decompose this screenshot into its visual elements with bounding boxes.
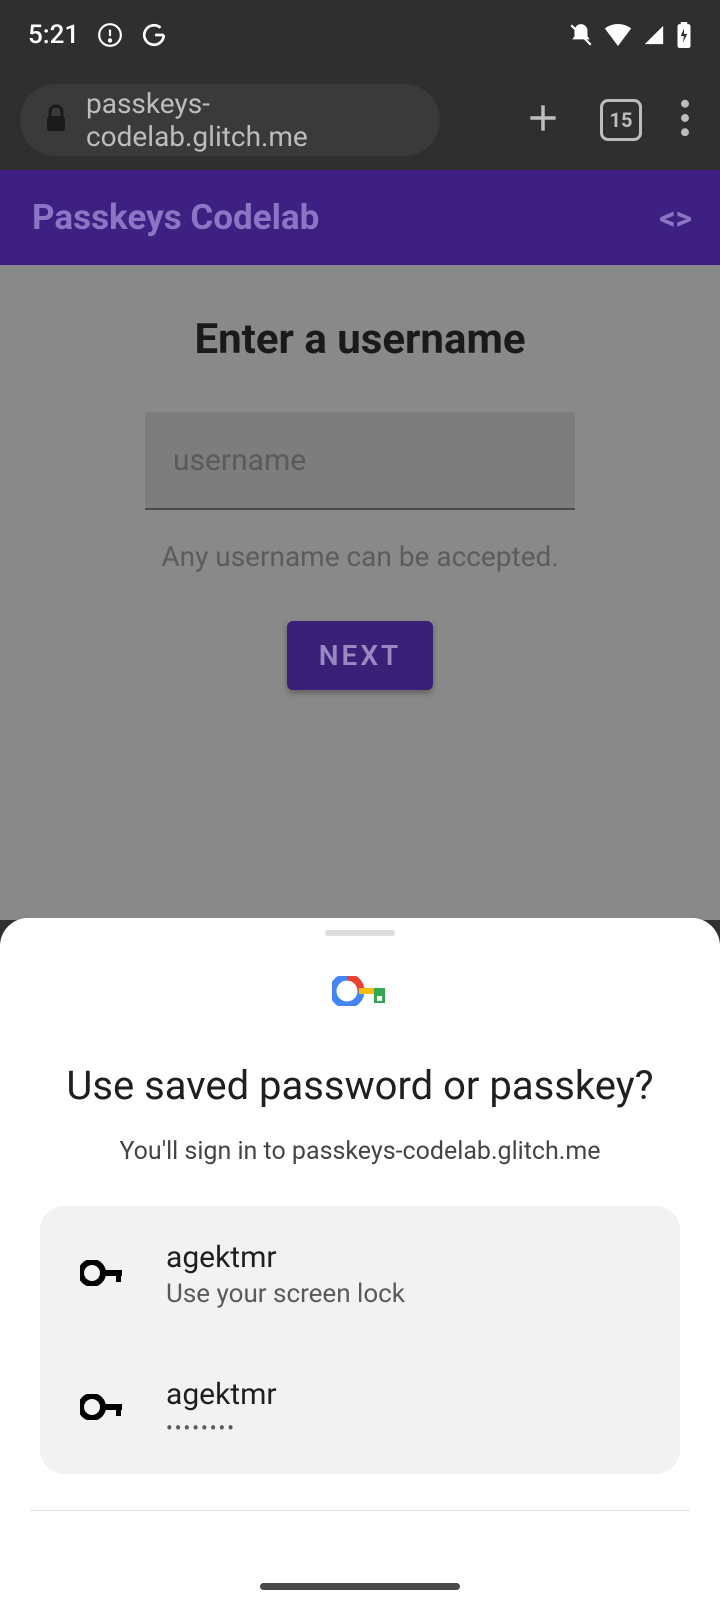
google-password-manager-icon	[0, 976, 720, 1006]
status-time: 5:21	[28, 20, 79, 50]
sheet-title: Use saved password or passkey?	[0, 1062, 720, 1109]
next-button[interactable]: NEXT	[287, 621, 434, 690]
navigation-handle[interactable]	[260, 1583, 460, 1590]
alert-circle-icon	[97, 22, 123, 48]
credential-item-password[interactable]: agektmr ••••••••	[40, 1343, 680, 1474]
key-icon	[80, 1260, 128, 1290]
address-bar[interactable]: passkeys-codelab.glitch.me	[20, 84, 440, 156]
more-menu-button[interactable]	[680, 99, 690, 141]
app-title: Passkeys Codelab	[32, 197, 319, 238]
new-tab-button[interactable]	[524, 99, 562, 141]
credential-username: agektmr	[166, 1377, 277, 1412]
username-input[interactable]: username	[145, 412, 575, 510]
credential-item-passkey[interactable]: agektmr Use your screen lock	[40, 1206, 680, 1343]
credential-list: agektmr Use your screen lock agektmr •••…	[40, 1206, 680, 1474]
google-g-icon	[141, 22, 167, 48]
page-content: Enter a username username Any username c…	[0, 265, 720, 920]
sheet-subtitle: You'll sign in to passkeys-codelab.glitc…	[0, 1137, 720, 1166]
credential-picker-sheet: Use saved password or passkey? You'll si…	[0, 918, 720, 1600]
status-bar: 5:21	[0, 0, 720, 70]
username-placeholder: username	[173, 443, 306, 478]
code-icon[interactable]: < >	[659, 199, 688, 237]
app-header: Passkeys Codelab < >	[0, 170, 720, 265]
browser-toolbar: passkeys-codelab.glitch.me 15	[0, 70, 720, 170]
lock-icon	[44, 104, 68, 136]
drag-handle[interactable]	[325, 930, 395, 936]
divider	[30, 1510, 690, 1511]
signal-icon	[642, 24, 666, 46]
key-icon	[80, 1394, 128, 1424]
notifications-off-icon	[568, 22, 594, 48]
credential-username: agektmr	[166, 1240, 405, 1275]
hint-text: Any username can be accepted.	[0, 540, 720, 573]
page-heading: Enter a username	[0, 315, 720, 364]
tab-switcher-button[interactable]: 15	[600, 99, 642, 141]
credential-detail: Use your screen lock	[166, 1279, 405, 1309]
wifi-icon	[604, 24, 632, 46]
battery-charging-icon	[676, 22, 692, 48]
credential-detail: ••••••••	[166, 1416, 277, 1440]
url-text: passkeys-codelab.glitch.me	[86, 87, 416, 153]
